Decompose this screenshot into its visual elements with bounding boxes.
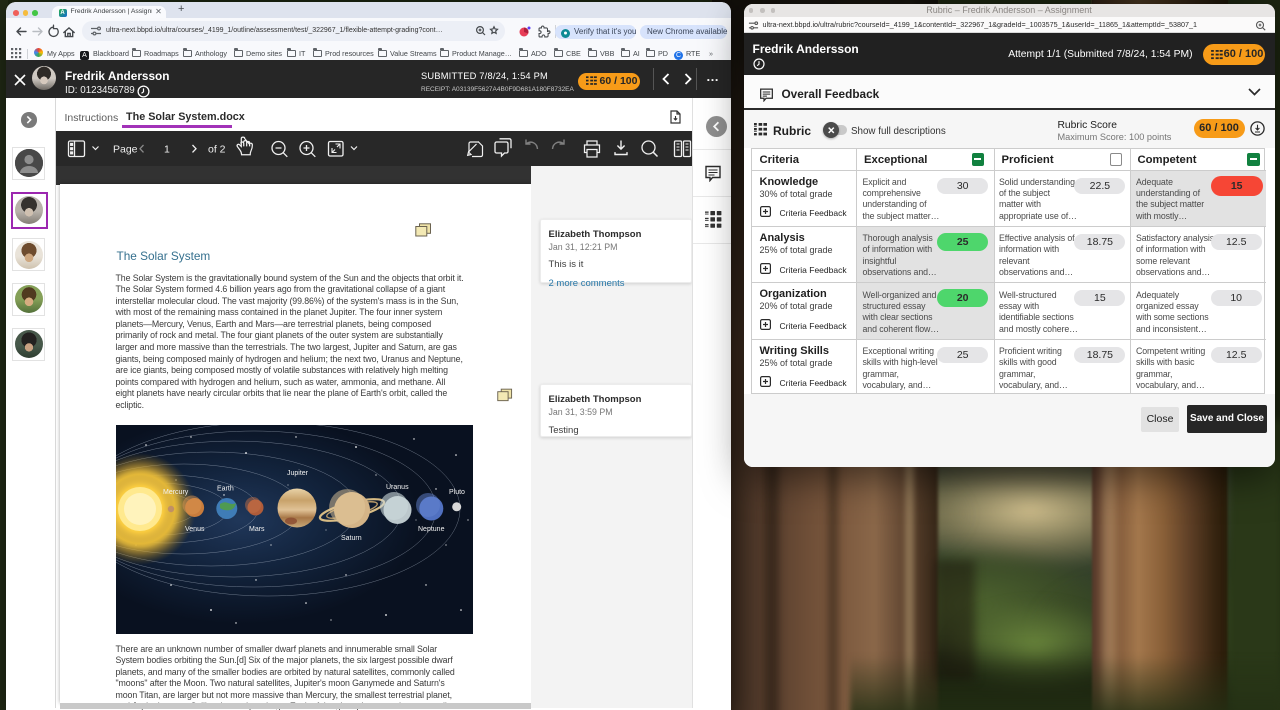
svg-text:Page: Page (113, 143, 138, 155)
svg-text:Uranus: Uranus (386, 484, 409, 491)
svg-text:1: 1 (164, 143, 170, 155)
svg-text:Venus: Venus (185, 526, 205, 533)
svg-text:Earth: Earth (217, 485, 234, 492)
svg-text:of 2: of 2 (208, 143, 226, 155)
svg-text:Neptune: Neptune (418, 526, 445, 533)
svg-text:Saturn: Saturn (341, 535, 362, 542)
svg-text:Pluto: Pluto (449, 489, 465, 496)
svg-text:Jupiter: Jupiter (287, 470, 309, 477)
svg-text:Mars: Mars (249, 526, 265, 533)
svg-text:Mercury: Mercury (163, 489, 189, 496)
